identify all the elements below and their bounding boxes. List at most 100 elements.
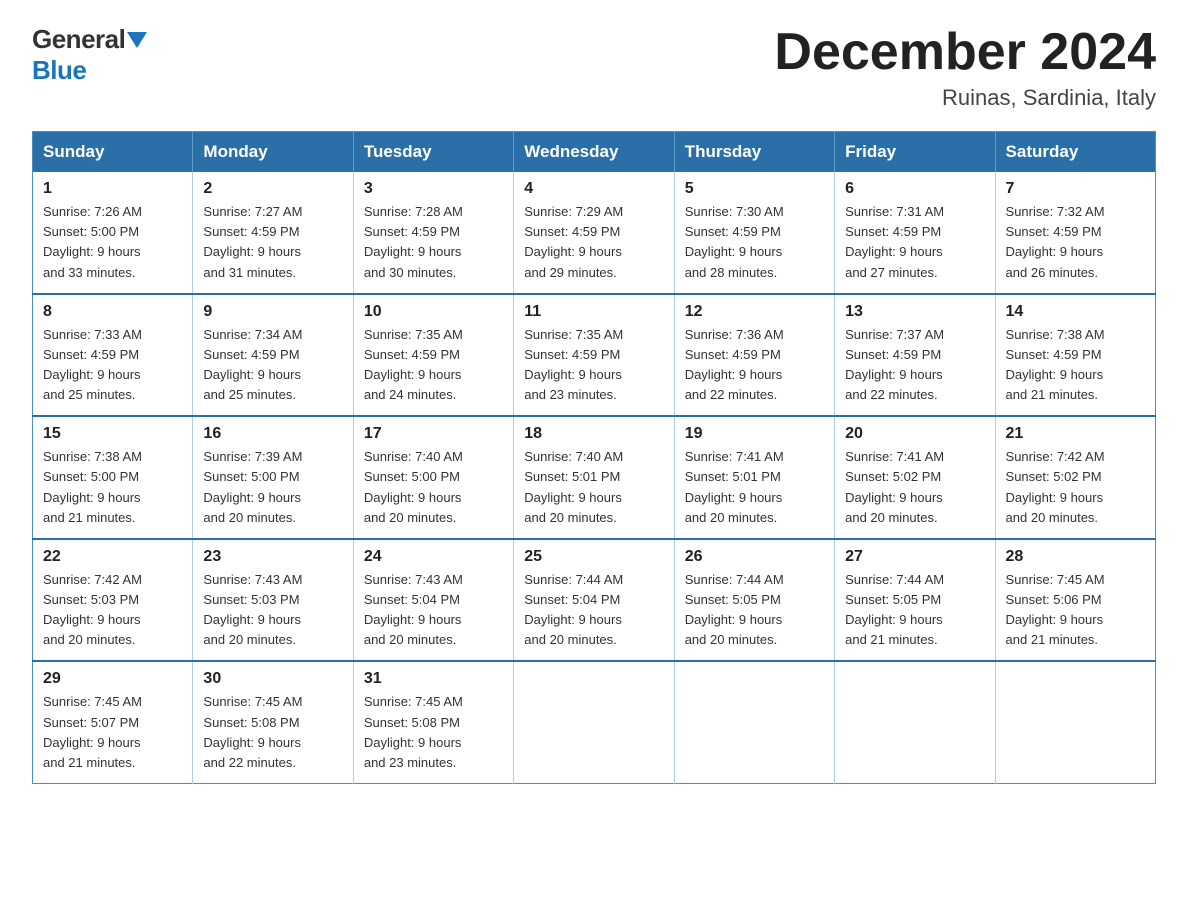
day-number: 23: [203, 548, 342, 566]
day-info: Sunrise: 7:45 AM Sunset: 5:08 PM Dayligh…: [364, 692, 503, 773]
day-info: Sunrise: 7:35 AM Sunset: 4:59 PM Dayligh…: [364, 325, 503, 406]
day-number: 16: [203, 425, 342, 443]
day-info: Sunrise: 7:27 AM Sunset: 4:59 PM Dayligh…: [203, 202, 342, 283]
calendar-cell: 9 Sunrise: 7:34 AM Sunset: 4:59 PM Daylig…: [193, 294, 353, 417]
day-info: Sunrise: 7:44 AM Sunset: 5:04 PM Dayligh…: [524, 570, 663, 651]
calendar-week-2: 8Sunrise: 7:33 AM Sunset: 4:59 PM Daylig…: [33, 294, 1156, 417]
calendar-week-1: 1 Sunrise: 7:26 AM Sunset: 5:00 PM Daylig…: [33, 172, 1156, 294]
day-number: 10: [364, 303, 503, 321]
day-info: Sunrise: 7:41 AM Sunset: 5:02 PM Dayligh…: [845, 447, 984, 528]
calendar-week-4: 22 Sunrise: 7:42 AM Sunset: 5:03 PM Dayli…: [33, 539, 1156, 662]
calendar-cell: 13 Sunrise: 7:37 AM Sunset: 4:59 PM Dayli…: [835, 294, 995, 417]
calendar-cell: 6 Sunrise: 7:31 AM Sunset: 4:59 PM Daylig…: [835, 172, 995, 294]
calendar-cell: 3Sunrise: 7:28 AM Sunset: 4:59 PM Daylig…: [353, 172, 513, 294]
weekday-header-monday: Monday: [193, 132, 353, 173]
calendar-cell: 7Sunrise: 7:32 AM Sunset: 4:59 PM Daylig…: [995, 172, 1155, 294]
day-info: Sunrise: 7:30 AM Sunset: 4:59 PM Dayligh…: [685, 202, 824, 283]
calendar-cell: [835, 661, 995, 783]
calendar-cell: 20 Sunrise: 7:41 AM Sunset: 5:02 PM Dayli…: [835, 416, 995, 539]
day-info: Sunrise: 7:44 AM Sunset: 5:05 PM Dayligh…: [845, 570, 984, 651]
calendar-cell: 8Sunrise: 7:33 AM Sunset: 4:59 PM Daylig…: [33, 294, 193, 417]
day-number: 17: [364, 425, 503, 443]
day-number: 4: [524, 180, 663, 198]
weekday-header-thursday: Thursday: [674, 132, 834, 173]
weekday-header-wednesday: Wednesday: [514, 132, 674, 173]
calendar-cell: [995, 661, 1155, 783]
day-info: Sunrise: 7:26 AM Sunset: 5:00 PM Dayligh…: [43, 202, 182, 283]
day-info: Sunrise: 7:38 AM Sunset: 5:00 PM Dayligh…: [43, 447, 182, 528]
day-info: Sunrise: 7:42 AM Sunset: 5:02 PM Dayligh…: [1006, 447, 1145, 528]
calendar-cell: 16Sunrise: 7:39 AM Sunset: 5:00 PM Dayli…: [193, 416, 353, 539]
page-subtitle: Ruinas, Sardinia, Italy: [774, 85, 1156, 111]
day-number: 3: [364, 180, 503, 198]
weekday-header-tuesday: Tuesday: [353, 132, 513, 173]
calendar-cell: [514, 661, 674, 783]
day-info: Sunrise: 7:41 AM Sunset: 5:01 PM Dayligh…: [685, 447, 824, 528]
calendar-cell: 5 Sunrise: 7:30 AM Sunset: 4:59 PM Daylig…: [674, 172, 834, 294]
calendar-cell: 2 Sunrise: 7:27 AM Sunset: 4:59 PM Daylig…: [193, 172, 353, 294]
calendar-cell: 28Sunrise: 7:45 AM Sunset: 5:06 PM Dayli…: [995, 539, 1155, 662]
day-number: 7: [1006, 180, 1145, 198]
day-number: 22: [43, 548, 182, 566]
day-info: Sunrise: 7:35 AM Sunset: 4:59 PM Dayligh…: [524, 325, 663, 406]
logo: General Blue: [32, 24, 147, 86]
day-info: Sunrise: 7:44 AM Sunset: 5:05 PM Dayligh…: [685, 570, 824, 651]
page-title: December 2024: [774, 24, 1156, 81]
day-number: 14: [1006, 303, 1145, 321]
day-number: 31: [364, 670, 503, 688]
day-info: Sunrise: 7:42 AM Sunset: 5:03 PM Dayligh…: [43, 570, 182, 651]
day-info: Sunrise: 7:40 AM Sunset: 5:01 PM Dayligh…: [524, 447, 663, 528]
calendar-cell: 18Sunrise: 7:40 AM Sunset: 5:01 PM Dayli…: [514, 416, 674, 539]
calendar-cell: 1 Sunrise: 7:26 AM Sunset: 5:00 PM Daylig…: [33, 172, 193, 294]
calendar-table: SundayMondayTuesdayWednesdayThursdayFrid…: [32, 131, 1156, 784]
calendar-header-row: SundayMondayTuesdayWednesdayThursdayFrid…: [33, 132, 1156, 173]
day-number: 27: [845, 548, 984, 566]
weekday-header-friday: Friday: [835, 132, 995, 173]
calendar-cell: 15Sunrise: 7:38 AM Sunset: 5:00 PM Dayli…: [33, 416, 193, 539]
day-number: 13: [845, 303, 984, 321]
day-number: 6: [845, 180, 984, 198]
day-info: Sunrise: 7:45 AM Sunset: 5:08 PM Dayligh…: [203, 692, 342, 773]
day-number: 5: [685, 180, 824, 198]
calendar-week-3: 15Sunrise: 7:38 AM Sunset: 5:00 PM Dayli…: [33, 416, 1156, 539]
calendar-cell: 30 Sunrise: 7:45 AM Sunset: 5:08 PM Dayli…: [193, 661, 353, 783]
day-number: 30: [203, 670, 342, 688]
calendar-cell: 24Sunrise: 7:43 AM Sunset: 5:04 PM Dayli…: [353, 539, 513, 662]
day-number: 28: [1006, 548, 1145, 566]
calendar-cell: 14 Sunrise: 7:38 AM Sunset: 4:59 PM Dayli…: [995, 294, 1155, 417]
weekday-header-sunday: Sunday: [33, 132, 193, 173]
day-info: Sunrise: 7:40 AM Sunset: 5:00 PM Dayligh…: [364, 447, 503, 528]
day-info: Sunrise: 7:38 AM Sunset: 4:59 PM Dayligh…: [1006, 325, 1145, 406]
logo-general: General: [32, 24, 125, 55]
day-info: Sunrise: 7:34 AM Sunset: 4:59 PM Dayligh…: [203, 325, 342, 406]
calendar-cell: 12 Sunrise: 7:36 AM Sunset: 4:59 PM Dayli…: [674, 294, 834, 417]
calendar-cell: 26 Sunrise: 7:44 AM Sunset: 5:05 PM Dayli…: [674, 539, 834, 662]
day-number: 2: [203, 180, 342, 198]
day-number: 1: [43, 180, 182, 198]
day-info: Sunrise: 7:31 AM Sunset: 4:59 PM Dayligh…: [845, 202, 984, 283]
day-info: Sunrise: 7:36 AM Sunset: 4:59 PM Dayligh…: [685, 325, 824, 406]
title-block: December 2024 Ruinas, Sardinia, Italy: [774, 24, 1156, 111]
day-number: 24: [364, 548, 503, 566]
day-number: 26: [685, 548, 824, 566]
calendar-cell: 19 Sunrise: 7:41 AM Sunset: 5:01 PM Dayli…: [674, 416, 834, 539]
calendar-cell: 27 Sunrise: 7:44 AM Sunset: 5:05 PM Dayli…: [835, 539, 995, 662]
day-number: 9: [203, 303, 342, 321]
day-info: Sunrise: 7:37 AM Sunset: 4:59 PM Dayligh…: [845, 325, 984, 406]
calendar-cell: [674, 661, 834, 783]
logo-blue: Blue: [32, 55, 86, 85]
day-info: Sunrise: 7:45 AM Sunset: 5:07 PM Dayligh…: [43, 692, 182, 773]
calendar-cell: 25 Sunrise: 7:44 AM Sunset: 5:04 PM Dayli…: [514, 539, 674, 662]
calendar-cell: 23Sunrise: 7:43 AM Sunset: 5:03 PM Dayli…: [193, 539, 353, 662]
day-number: 20: [845, 425, 984, 443]
calendar-cell: 4 Sunrise: 7:29 AM Sunset: 4:59 PM Daylig…: [514, 172, 674, 294]
day-number: 11: [524, 303, 663, 321]
calendar-cell: 22 Sunrise: 7:42 AM Sunset: 5:03 PM Dayli…: [33, 539, 193, 662]
calendar-cell: 29Sunrise: 7:45 AM Sunset: 5:07 PM Dayli…: [33, 661, 193, 783]
day-number: 12: [685, 303, 824, 321]
day-number: 21: [1006, 425, 1145, 443]
day-info: Sunrise: 7:29 AM Sunset: 4:59 PM Dayligh…: [524, 202, 663, 283]
day-number: 19: [685, 425, 824, 443]
calendar-cell: 17 Sunrise: 7:40 AM Sunset: 5:00 PM Dayli…: [353, 416, 513, 539]
day-number: 25: [524, 548, 663, 566]
